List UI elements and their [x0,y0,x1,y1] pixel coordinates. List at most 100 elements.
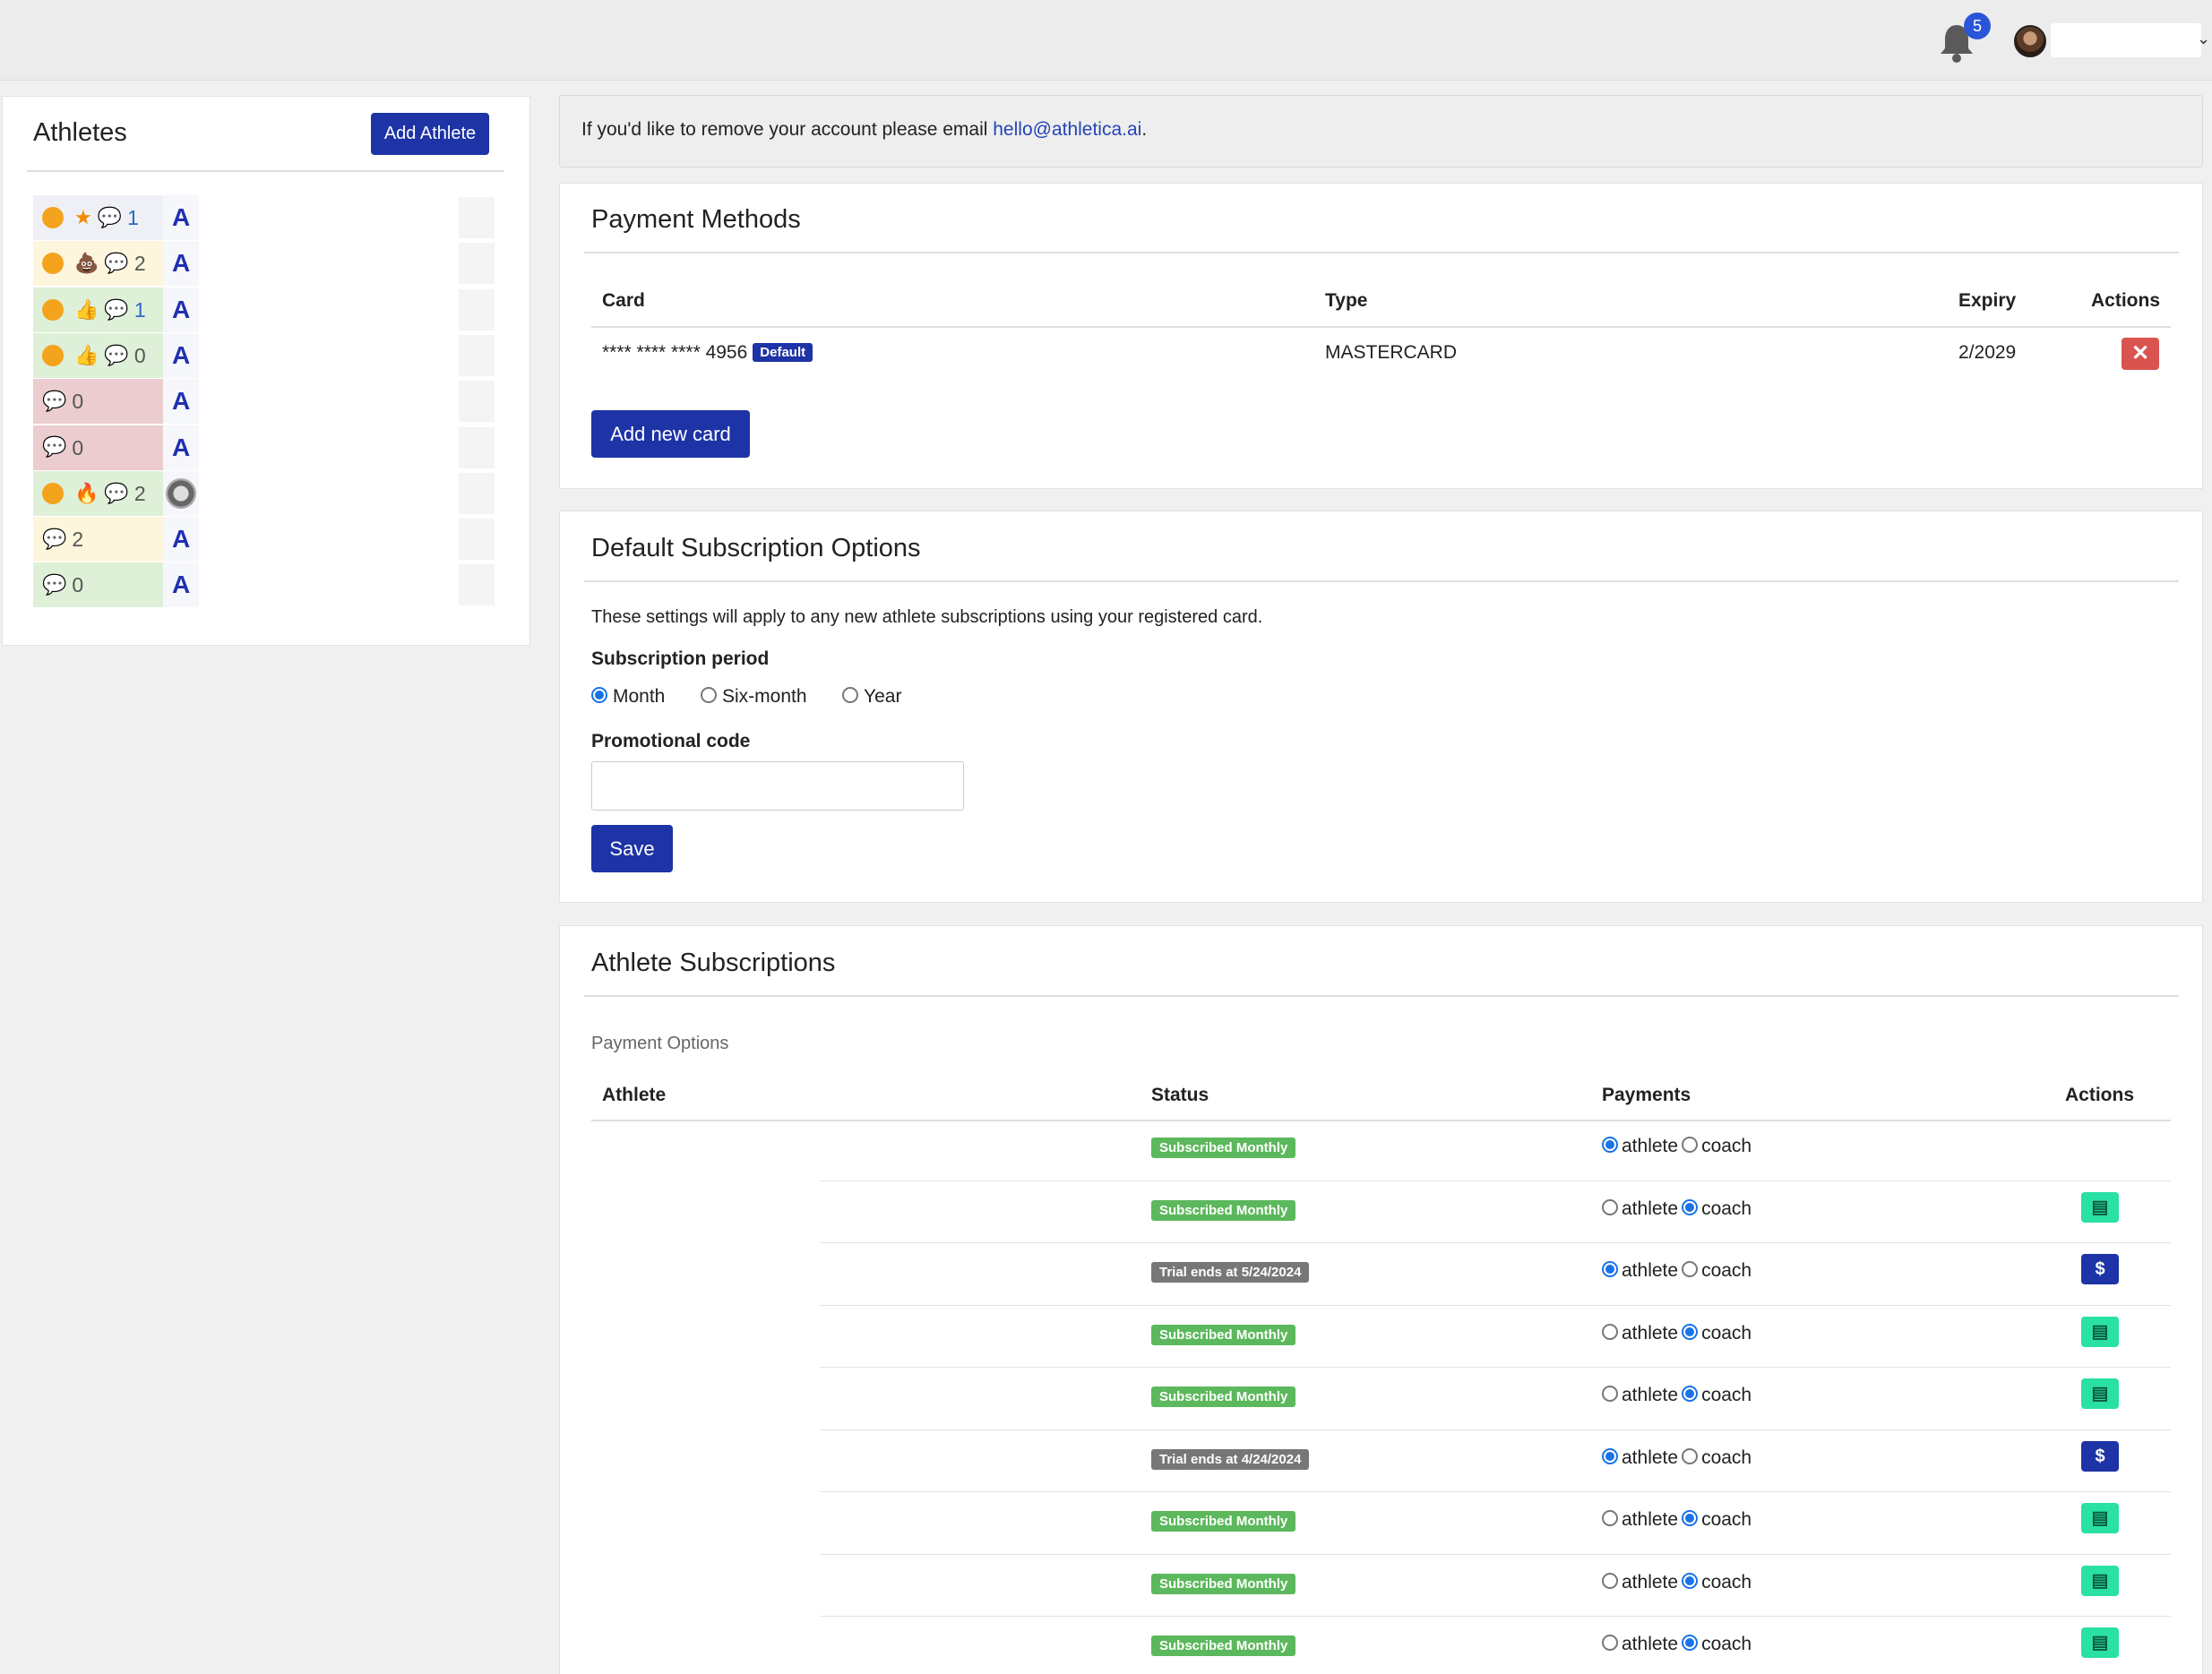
add-athlete-button[interactable]: Add Athlete [371,113,489,155]
alert-suffix: . [1141,119,1148,140]
radio-button[interactable] [591,687,607,704]
comment-count: 0 [72,390,84,414]
payer-coach-label: coach [1701,1385,1752,1405]
athletica-logo-icon: A [172,433,191,461]
period-option-month[interactable]: Month [591,686,665,708]
payer-athlete-radio[interactable] [1602,1572,1618,1589]
payer-athlete-radio[interactable] [1602,1635,1618,1652]
athlete-row-extra [459,381,495,423]
user-menu-dropdown[interactable] [2050,22,2202,58]
invoice-file-button[interactable]: ▤ [2081,1378,2119,1409]
athlete-row[interactable]: 💬 0 A [33,379,499,425]
comment-count: 2 [133,252,146,276]
athlete-row[interactable]: 💬 0 A [33,425,499,470]
payer-radio-group: athlete coach [1602,1509,1755,1531]
payer-coach-radio[interactable] [1682,1510,1699,1527]
comment-count: 1 [127,206,139,229]
athlete-subscriptions-title: Athlete Subscriptions [591,949,836,977]
comment-count: 0 [133,343,146,367]
default-subscription-title: Default Subscription Options [591,534,921,562]
athlete-avatar-cell: A [163,195,199,240]
athlete-row[interactable]: 👍 💬 1 A [33,287,499,332]
athlete-row[interactable]: 👍 💬 0 A [33,332,499,378]
subscription-status-badge: Subscribed Monthly [1151,1386,1296,1407]
athlete-avatar-cell: A [163,562,199,608]
top-navbar [0,0,2212,81]
period-option-label: Month [613,686,666,707]
emoji-icon [42,298,64,321]
payer-coach-radio[interactable] [1682,1572,1699,1589]
payer-coach-radio[interactable] [1682,1198,1699,1215]
subscription-status-badge: Subscribed Monthly [1151,1635,1296,1656]
payer-coach-label: coach [1701,1571,1752,1592]
athlete-avatar-cell: A [163,332,199,378]
delete-card-button[interactable]: ✕ [2122,338,2159,370]
pay-dollar-button[interactable]: $ [2081,1254,2119,1284]
invoice-file-button[interactable]: ▤ [2081,1316,2119,1347]
payer-radio-group: athlete coach [1602,1634,1755,1655]
payer-athlete-radio[interactable] [1602,1386,1618,1403]
athlete-status-cell: 💩 💬 2 [33,241,163,287]
invoice-file-button[interactable]: ▤ [2081,1503,2119,1533]
period-option-year[interactable]: Year [842,686,901,708]
row-divider [820,1304,2171,1306]
save-button[interactable]: Save [591,825,673,872]
athlete-status-cell: ★ 💬 1 [33,195,163,240]
emoji-icon [42,482,64,504]
user-avatar[interactable] [2014,25,2046,57]
subscription-status-badge: Subscribed Monthly [1151,1573,1296,1594]
alert-text: If you'd like to remove your account ple… [581,119,1147,141]
payer-coach-radio[interactable] [1682,1635,1699,1652]
promo-code-label: Promotional code [591,731,751,751]
athlete-row[interactable]: 🔥 💬 2 [33,470,499,516]
payer-coach-label: coach [1701,1634,1752,1654]
radio-button[interactable] [701,687,717,704]
payer-coach-radio[interactable] [1682,1137,1699,1154]
payer-athlete-label: athlete [1622,1198,1679,1219]
comment-count: 2 [133,481,146,505]
athlete-row-extra [459,564,495,606]
comments-icon: 💬 [42,435,67,459]
athletica-logo-icon: A [172,387,191,416]
athlete-row[interactable]: ★ 💬 1 A [33,195,499,240]
payer-athlete-radio[interactable] [1602,1323,1618,1340]
athletica-logo-icon: A [172,203,191,231]
payer-athlete-radio[interactable] [1602,1510,1618,1527]
payer-radio-group: athlete coach [1602,1323,1755,1344]
payer-radio-group: athlete coach [1602,1260,1755,1282]
payer-coach-radio[interactable] [1682,1447,1699,1464]
col-actions: Actions [2065,1085,2135,1105]
payer-coach-label: coach [1701,1447,1752,1468]
support-email-link[interactable]: hello@athletica.ai [993,119,1141,140]
athlete-status-cell: 🔥 💬 2 [33,470,163,516]
radio-button[interactable] [842,687,858,704]
payer-athlete-radio[interactable] [1602,1198,1618,1215]
invoice-file-button[interactable]: ▤ [2081,1627,2119,1658]
payment-options-subtitle: Payment Options [591,1034,729,1053]
add-new-card-button[interactable]: Add new card [591,410,750,458]
payer-coach-label: coach [1701,1260,1752,1281]
promo-code-input[interactable] [591,761,964,811]
athlete-row[interactable]: 💩 💬 2 A [33,241,499,287]
athletica-logo-icon: A [172,249,191,278]
subscription-status-badge: Subscribed Monthly [1151,1511,1296,1532]
payer-coach-radio[interactable] [1682,1323,1699,1340]
chevron-down-icon[interactable]: ⌄ [2197,30,2210,48]
payer-coach-radio[interactable] [1682,1386,1699,1403]
athlete-status-cell: 💬 2 [33,517,163,562]
invoice-file-button[interactable]: ▤ [2081,1565,2119,1596]
athlete-status-cell: 👍 💬 0 [33,332,163,378]
pay-dollar-button[interactable]: $ [2081,1440,2119,1472]
payer-coach-radio[interactable] [1682,1261,1699,1278]
payer-athlete-radio[interactable] [1602,1447,1618,1464]
payer-athlete-radio[interactable] [1602,1137,1618,1154]
period-option-label: Six-month [722,686,807,707]
athlete-row-extra [459,334,495,376]
payer-athlete-radio[interactable] [1602,1261,1618,1278]
comment-count: 1 [133,297,146,322]
invoice-file-button[interactable]: ▤ [2081,1191,2119,1223]
athlete-row[interactable]: 💬 2 A [33,517,499,562]
divider [584,580,2179,582]
period-option-six-month[interactable]: Six-month [701,686,807,708]
athlete-row[interactable]: 💬 0 A [33,562,499,608]
